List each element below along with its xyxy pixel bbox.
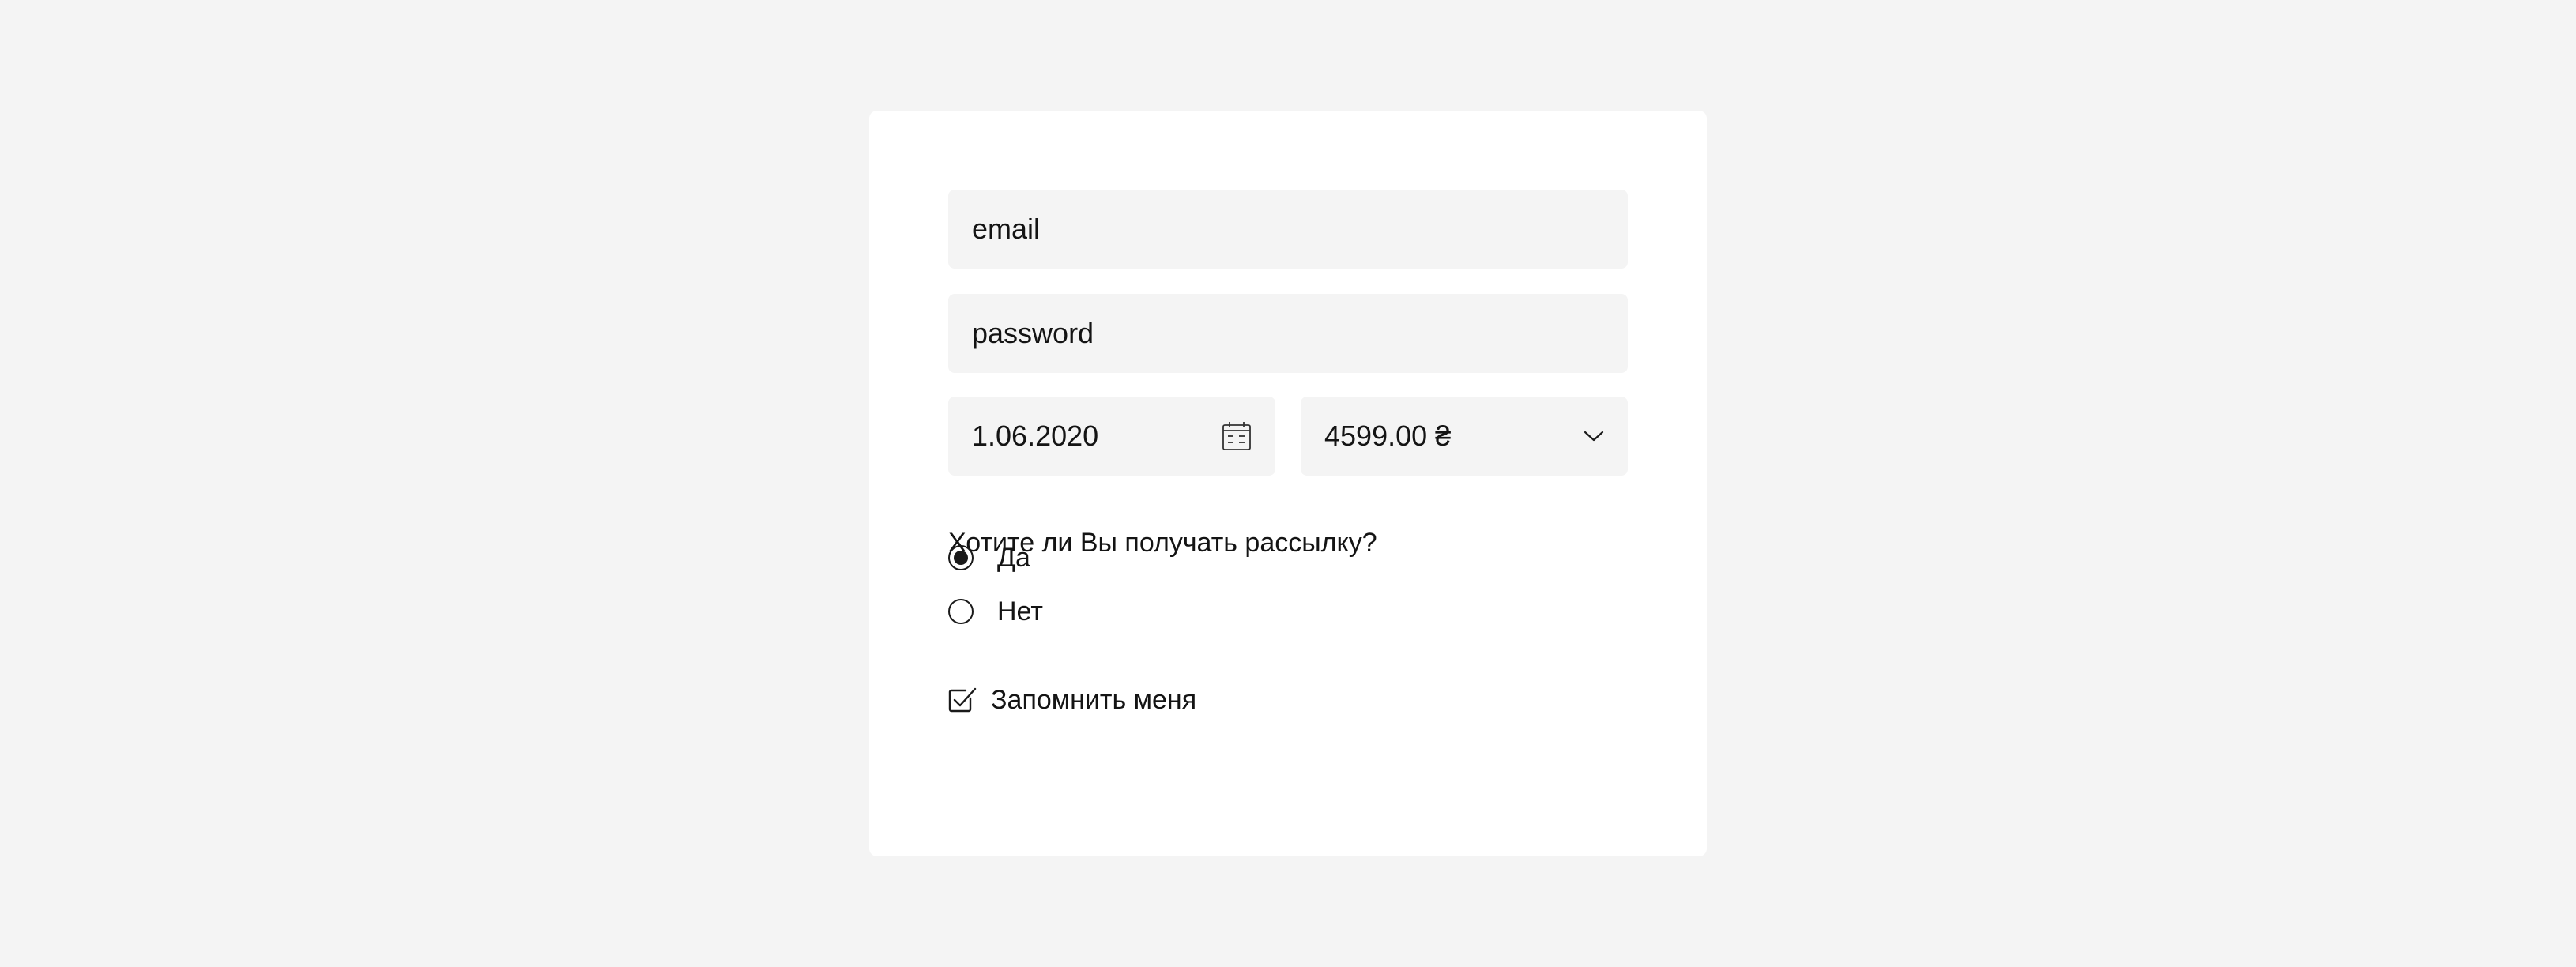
amount-value: 4599.00 ₴ [1324, 420, 1452, 452]
remember-me-checkbox[interactable]: Запомнить меня [948, 683, 1196, 717]
radio-selected-icon[interactable] [948, 545, 974, 570]
checkbox-checked-icon[interactable] [948, 687, 977, 713]
chevron-down-icon[interactable] [1584, 430, 1604, 442]
newsletter-option-no-label: Нет [997, 596, 1043, 626]
password-field-wrapper [948, 294, 1628, 373]
email-input[interactable] [972, 213, 1604, 246]
newsletter-option-yes-label: Да [997, 542, 1030, 573]
date-value: 1.06.2020 [972, 420, 1099, 452]
radio-unselected-icon[interactable] [948, 599, 974, 624]
date-picker[interactable]: 1.06.2020 [948, 397, 1275, 476]
amount-select[interactable]: 4599.00 ₴ [1301, 397, 1628, 476]
calendar-icon[interactable] [1222, 421, 1252, 451]
password-input[interactable] [972, 317, 1604, 350]
form-card: 1.06.2020 4599.00 ₴ Хотите ли Вы получат… [869, 111, 1707, 856]
radio-dot [954, 551, 968, 565]
newsletter-option-no[interactable]: Нет [948, 594, 1043, 629]
email-field-wrapper [948, 190, 1628, 269]
remember-me-label: Запомнить меня [991, 684, 1197, 715]
newsletter-option-yes[interactable]: Да [948, 540, 1030, 575]
